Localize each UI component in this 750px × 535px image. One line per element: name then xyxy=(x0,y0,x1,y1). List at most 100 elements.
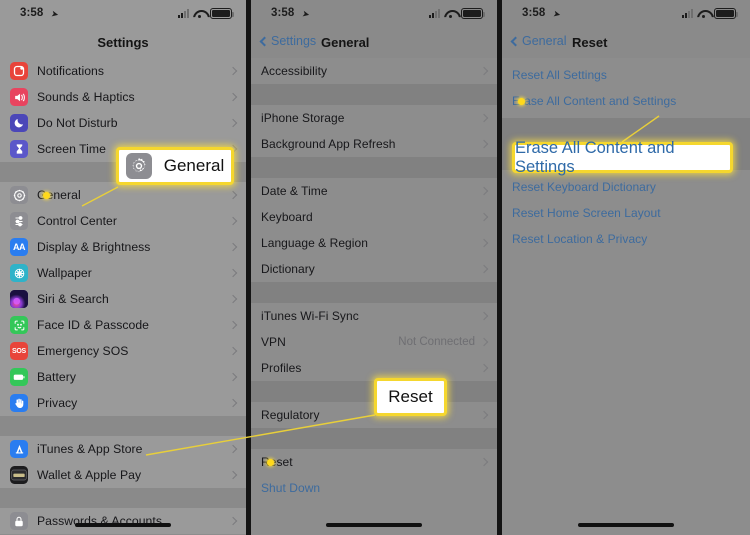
list-item[interactable]: Do Not Disturb xyxy=(0,110,246,136)
list-item-label: Screen Time xyxy=(37,142,106,156)
list-item[interactable]: General xyxy=(0,182,246,208)
location-arrow-icon: ➤ xyxy=(50,8,60,20)
list-item[interactable]: Reset Location & Privacy xyxy=(502,226,750,252)
list-item[interactable]: Battery xyxy=(0,364,246,390)
face-id-passcode-icon xyxy=(10,316,28,334)
list-item[interactable]: Siri & Search xyxy=(0,286,246,312)
list-item[interactable]: iPhone Storage xyxy=(251,105,497,131)
list-item[interactable]: iTunes Wi-Fi Sync xyxy=(251,303,497,329)
location-arrow-icon: ➤ xyxy=(552,8,562,20)
back-button-settings[interactable]: Settings xyxy=(259,34,317,48)
chevron-right-icon xyxy=(479,238,489,248)
list-group: Reset Shut Down xyxy=(251,449,497,501)
list-item-label: Erase All Content and Settings xyxy=(512,94,677,108)
callout-erase: Erase All Content and Settings xyxy=(512,139,733,176)
list-item[interactable]: Notifications xyxy=(0,58,246,84)
list-item-label: Siri & Search xyxy=(37,292,109,306)
chevron-right-icon xyxy=(228,92,238,102)
list-item[interactable]: Shut Down xyxy=(251,475,497,501)
list-item[interactable]: AA Display & Brightness xyxy=(0,234,246,260)
status-clock: 3:58 xyxy=(522,7,546,19)
chevron-right-icon xyxy=(479,337,489,347)
list-item[interactable]: Sounds & Haptics xyxy=(0,84,246,110)
list-item[interactable]: Background App Refresh xyxy=(251,131,497,157)
list-item-label: Reset Home Screen Layout xyxy=(512,206,661,220)
nav-bar: Settings xyxy=(0,30,246,58)
chevron-right-icon xyxy=(228,444,238,454)
list-item[interactable]: Accessibility xyxy=(251,58,497,84)
chevron-right-icon xyxy=(479,457,489,467)
list-item-label: Accessibility xyxy=(261,64,327,78)
back-button-label: Settings xyxy=(271,34,317,48)
wifi-icon xyxy=(697,9,710,19)
status-clock: 3:58 xyxy=(20,7,44,19)
group-separator xyxy=(251,84,497,105)
page-title: Settings xyxy=(97,35,149,50)
general-list[interactable]: Accessibility iPhone Storage Background Ap… xyxy=(251,58,497,501)
chevron-right-icon xyxy=(479,212,489,222)
list-item[interactable]: Language & Region xyxy=(251,230,497,256)
battery-icon xyxy=(714,8,739,19)
sounds-haptics-icon xyxy=(10,88,28,106)
chevron-right-icon xyxy=(479,410,489,420)
do-not-disturb-icon xyxy=(10,114,28,132)
list-item[interactable]: Reset xyxy=(251,449,497,475)
callout-general: General xyxy=(116,147,234,185)
chevron-right-icon xyxy=(228,398,238,408)
chevron-right-icon xyxy=(228,118,238,128)
back-button-general[interactable]: General xyxy=(510,34,567,48)
list-item-label: iPhone Storage xyxy=(261,111,345,125)
list-item-label: Regulatory xyxy=(261,408,320,422)
list-item[interactable]: Control Center xyxy=(0,208,246,234)
list-item-label: Display & Brightness xyxy=(37,240,151,254)
location-arrow-icon: ➤ xyxy=(301,8,311,20)
wifi-icon xyxy=(193,9,206,19)
general-gear-icon xyxy=(10,186,28,204)
list-item-label: Notifications xyxy=(37,64,105,78)
phone-screen-general: 3:58 ➤ Settings General Accessibility iPh… xyxy=(251,0,497,535)
chevron-right-icon xyxy=(479,113,489,123)
chevron-left-icon xyxy=(510,36,521,46)
list-item[interactable]: Reset Keyboard Dictionary xyxy=(502,174,750,200)
chevron-right-icon xyxy=(228,372,238,382)
list-item[interactable]: Passwords & Accounts xyxy=(0,508,246,534)
battery-settings-icon xyxy=(10,368,28,386)
page-title: General xyxy=(321,35,370,50)
wallpaper-icon xyxy=(10,264,28,282)
list-item[interactable]: Reset Home Screen Layout xyxy=(502,200,750,226)
phone-screen-settings: 3:58 ➤ Settings Notifications Sounds & Ha… xyxy=(0,0,246,535)
list-item[interactable]: Profiles xyxy=(251,355,497,381)
status-indicators xyxy=(178,8,235,19)
list-item[interactable]: Erase All Content and Settings xyxy=(502,88,750,114)
callout-general-text: General xyxy=(163,156,225,175)
list-item[interactable]: Wallet & Apple Pay xyxy=(0,462,246,488)
settings-list[interactable]: Notifications Sounds & Haptics Do Not Dist… xyxy=(0,58,246,534)
list-item-label: Reset Keyboard Dictionary xyxy=(512,180,656,194)
list-item[interactable]: Face ID & Passcode xyxy=(0,312,246,338)
battery-icon xyxy=(210,8,235,19)
list-item[interactable]: Keyboard xyxy=(251,204,497,230)
back-button-label: General xyxy=(522,34,567,48)
list-item[interactable]: Dictionary xyxy=(251,256,497,282)
chevron-right-icon xyxy=(479,186,489,196)
list-item[interactable]: iTunes & App Store xyxy=(0,436,246,462)
cellular-bars-icon xyxy=(682,9,693,18)
list-item-label: Profiles xyxy=(261,361,302,375)
list-item[interactable]: SOS Emergency SOS xyxy=(0,338,246,364)
list-item-label: Reset Location & Privacy xyxy=(512,232,648,246)
status-indicators xyxy=(682,8,739,19)
home-indicator xyxy=(326,523,422,527)
callout-reset: Reset xyxy=(374,378,447,416)
list-item[interactable]: Wallpaper xyxy=(0,260,246,286)
wallet-apple-pay-icon xyxy=(10,466,28,484)
list-item[interactable]: Privacy xyxy=(0,390,246,416)
callout-reset-text: Reset xyxy=(388,387,433,406)
chevron-right-icon xyxy=(479,66,489,76)
list-item[interactable]: VPN Not Connected xyxy=(251,329,497,355)
list-item[interactable]: Date & Time xyxy=(251,178,497,204)
list-item-label: Emergency SOS xyxy=(37,344,129,358)
chevron-right-icon xyxy=(228,242,238,252)
list-item-label: Privacy xyxy=(37,396,78,410)
emergency-sos-icon: SOS xyxy=(10,342,28,360)
list-item[interactable]: Reset All Settings xyxy=(502,62,750,88)
